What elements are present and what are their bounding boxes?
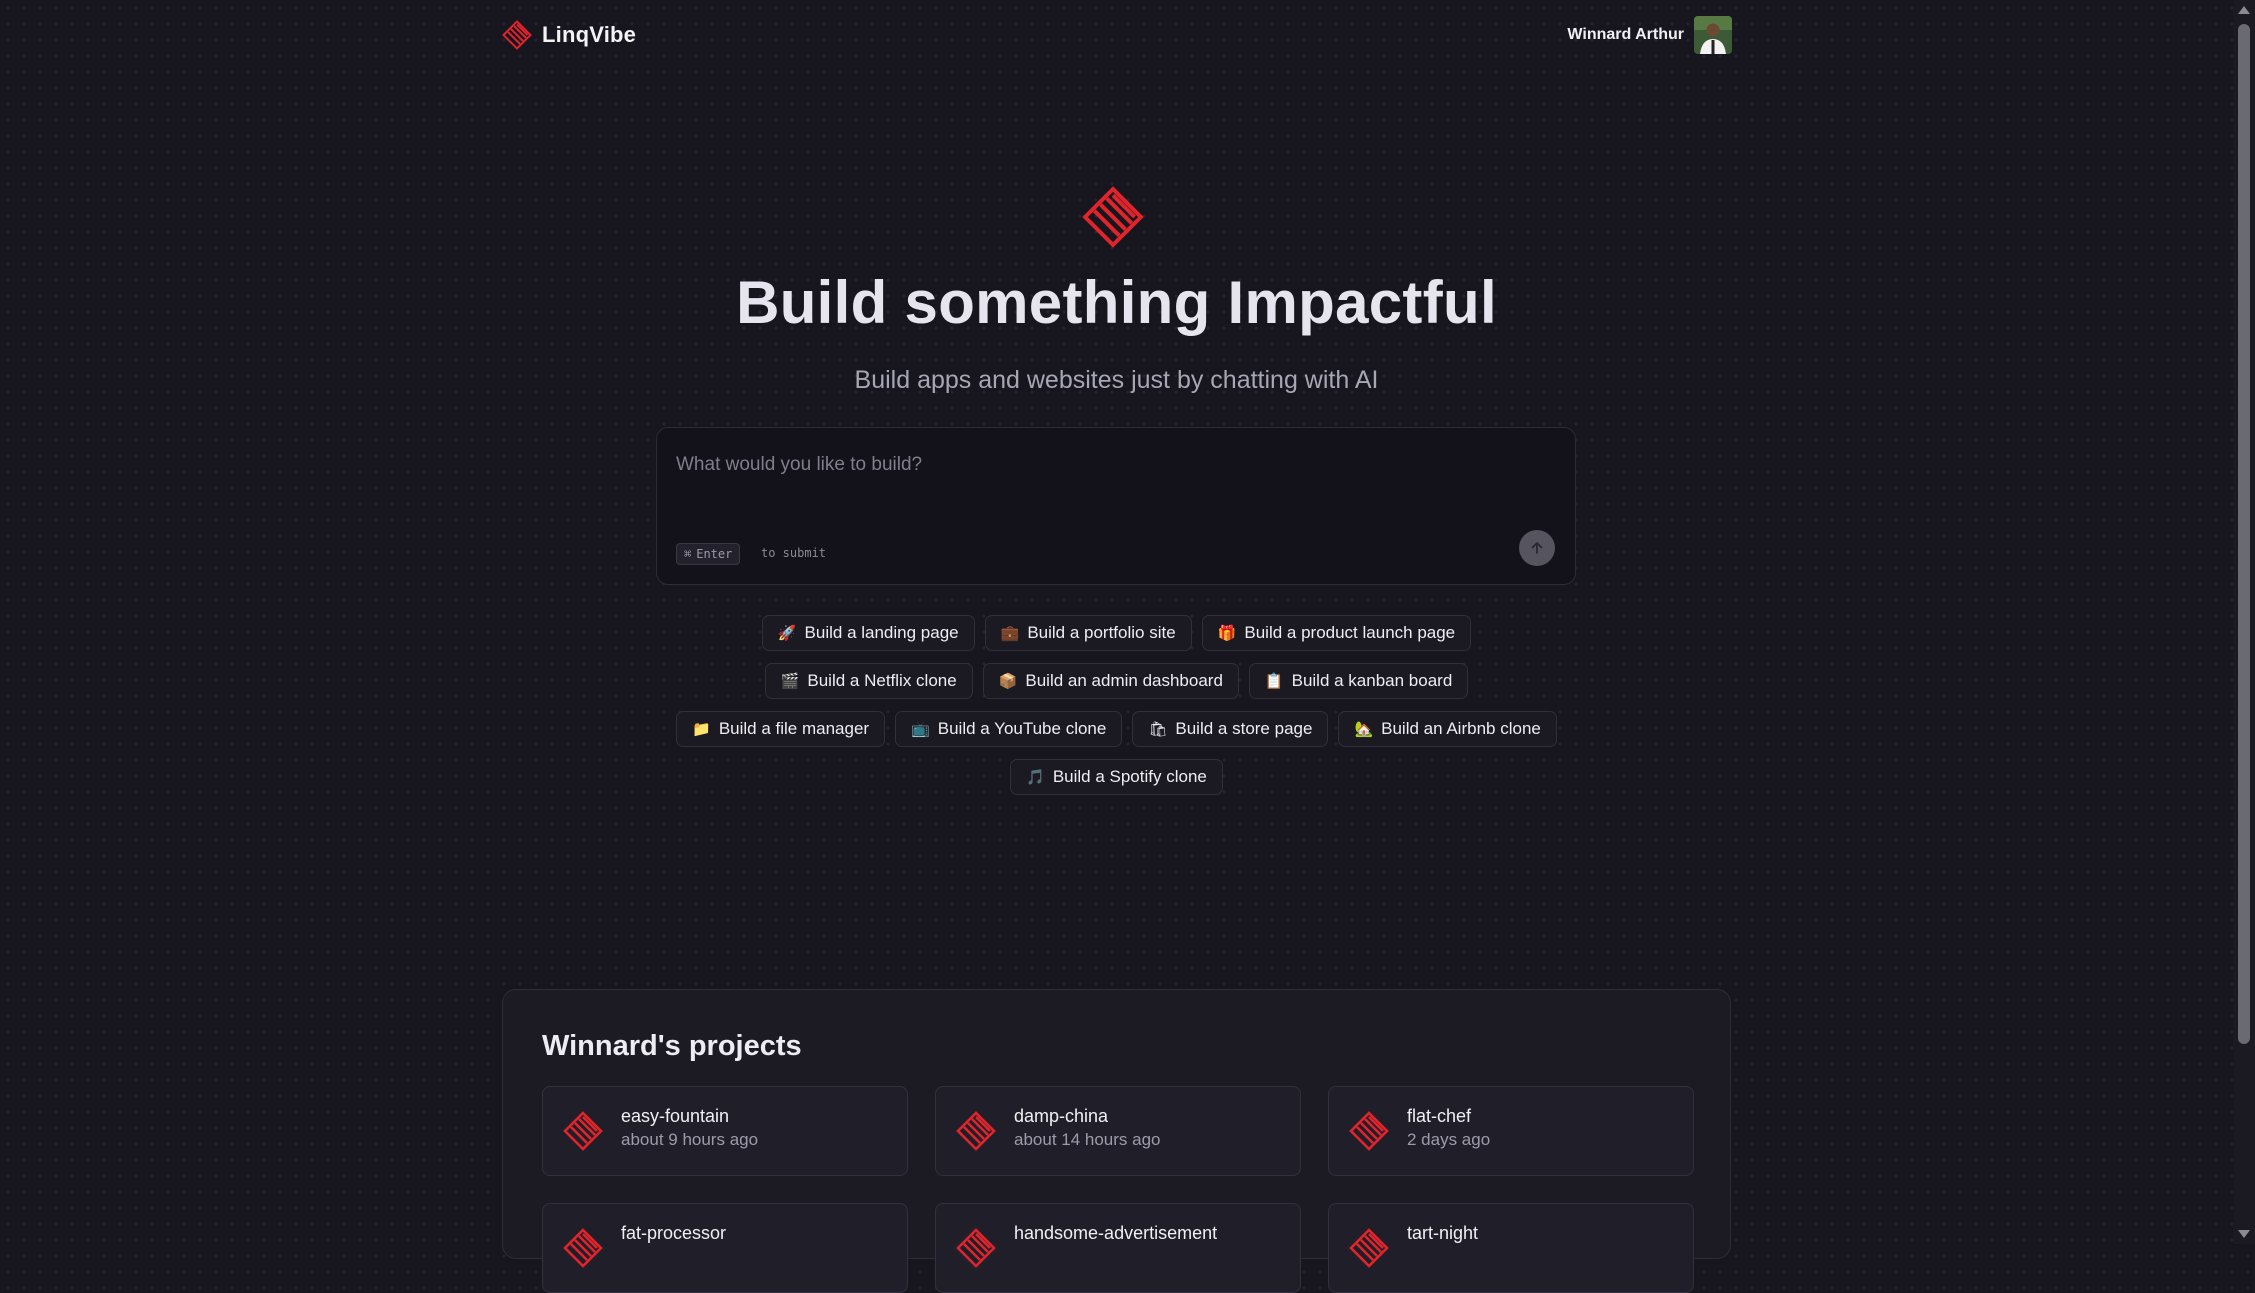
- suggestion-label: Build a landing page: [804, 623, 959, 642]
- shopping-bags-icon: 🛍: [1148, 720, 1168, 738]
- scroll-up-icon[interactable]: [2238, 6, 2250, 14]
- suggestion-label: Build a Spotify clone: [1052, 767, 1207, 786]
- house-icon: 🏡: [1354, 720, 1374, 738]
- project-name: flat-chef: [1407, 1106, 1472, 1126]
- suggestion-label: Build a kanban board: [1291, 671, 1453, 690]
- suggestion-landing-page[interactable]: 🚀 Build a landing page: [761, 615, 975, 651]
- project-card[interactable]: tart-night: [1328, 1203, 1694, 1293]
- project-logo-icon: [563, 1111, 603, 1151]
- user-name: Winnard Arthur: [1567, 26, 1684, 43]
- music-note-icon: 🎵: [1026, 768, 1045, 786]
- briefcase-icon: 💼: [1000, 624, 1020, 642]
- enter-key-label: Enter: [696, 547, 733, 561]
- suggestion-label: Build a portfolio site: [1027, 623, 1176, 642]
- project-time: 2 days ago: [1407, 1130, 1491, 1149]
- command-key-icon: ⌘: [684, 547, 692, 561]
- hero-logo-icon: [1082, 186, 1144, 248]
- prompt-box: ⌘ Enter to submit: [656, 427, 1576, 585]
- project-card[interactable]: flat-chef 2 days ago: [1328, 1086, 1694, 1176]
- prompt-input[interactable]: [676, 454, 1536, 514]
- suggestion-kanban-board[interactable]: 📋 Build a kanban board: [1248, 663, 1469, 699]
- suggestions-row-3: 📁 Build a file manager 📺 Build a YouTube c…: [0, 711, 2233, 747]
- top-bar: LinqVibe Winnard Arthur: [502, 16, 1732, 56]
- project-logo-icon: [956, 1111, 996, 1151]
- arrow-up-icon: [1531, 542, 1543, 554]
- suggestion-netflix-clone[interactable]: 🎬 Build a Netflix clone: [764, 663, 973, 699]
- suggestion-admin-dashboard[interactable]: 📦 Build an admin dashboard: [982, 663, 1239, 699]
- project-name: handsome-advertisement: [1014, 1223, 1218, 1243]
- enter-shortcut-badge: ⌘ Enter: [676, 543, 741, 565]
- suggestion-store-page[interactable]: 🛍 Build a store page: [1132, 711, 1329, 747]
- clapperboard-icon: 🎬: [780, 672, 800, 690]
- user-menu[interactable]: Winnard Arthur: [1567, 16, 1732, 54]
- shortcut-hint: to submit: [761, 546, 827, 560]
- suggestions-row-1: 🚀 Build a landing page 💼 Build a portfolio…: [0, 615, 2233, 651]
- project-name: easy-fountain: [621, 1106, 730, 1126]
- suggestion-label: Build a YouTube clone: [937, 719, 1107, 738]
- projects-panel: Winnard's projects easy-fountain about 9…: [502, 989, 1731, 1293]
- page-scrollbar[interactable]: [2233, 0, 2255, 1244]
- project-logo-icon: [1349, 1228, 1389, 1268]
- project-name: tart-night: [1407, 1223, 1479, 1243]
- suggestion-airbnb-clone[interactable]: 🏡 Build an Airbnb clone: [1338, 711, 1557, 747]
- project-card[interactable]: fat-processor: [542, 1203, 908, 1293]
- gift-icon: 🎁: [1217, 624, 1237, 642]
- project-card[interactable]: easy-fountain about 9 hours ago: [542, 1086, 908, 1176]
- suggestions-row-4: 🎵 Build a Spotify clone: [0, 759, 2233, 795]
- project-logo-icon: [563, 1228, 603, 1268]
- suggestion-youtube-clone[interactable]: 📺 Build a YouTube clone: [895, 711, 1123, 747]
- suggestion-label: Build a store page: [1175, 719, 1313, 738]
- page-title: Build something Impactful: [736, 269, 1497, 336]
- project-time: about 9 hours ago: [621, 1130, 759, 1149]
- project-name: fat-processor: [621, 1223, 727, 1243]
- brand-name: LinqVibe: [542, 22, 637, 47]
- suggestion-portfolio-site[interactable]: 💼 Build a portfolio site: [984, 615, 1192, 651]
- folder-icon: 📁: [692, 720, 711, 738]
- suggestion-label: Build a Netflix clone: [807, 671, 957, 690]
- linqvibe-logo-icon: [502, 20, 532, 50]
- suggestion-product-launch-page[interactable]: 🎁 Build a product launch page: [1201, 615, 1472, 651]
- projects-title: Winnard's projects: [542, 1030, 802, 1062]
- project-logo-icon: [956, 1228, 996, 1268]
- suggestion-label: Build an admin dashboard: [1025, 671, 1223, 690]
- suggestion-file-manager[interactable]: 📁 Build a file manager: [676, 711, 886, 747]
- tv-icon: 📺: [911, 720, 930, 738]
- project-time: about 14 hours ago: [1014, 1130, 1161, 1149]
- suggestion-label: Build a product launch page: [1244, 623, 1456, 642]
- brand[interactable]: LinqVibe: [502, 20, 636, 50]
- scroll-down-icon[interactable]: [2238, 1230, 2250, 1238]
- page-subtitle: Build apps and websites just by chatting…: [854, 366, 1379, 394]
- suggestions-row-2: 🎬 Build a Netflix clone 📦 Build an admin d…: [0, 663, 2233, 699]
- project-name: damp-china: [1014, 1106, 1109, 1126]
- clipboard-icon: 📋: [1264, 672, 1284, 690]
- project-card[interactable]: damp-china about 14 hours ago: [935, 1086, 1301, 1176]
- suggestion-label: Build a file manager: [718, 719, 870, 738]
- suggestion-label: Build an Airbnb clone: [1381, 719, 1541, 738]
- scrollbar-thumb[interactable]: [2238, 24, 2250, 1044]
- project-logo-icon: [1349, 1111, 1389, 1151]
- suggestion-spotify-clone[interactable]: 🎵 Build a Spotify clone: [1010, 759, 1223, 795]
- rocket-icon: 🚀: [777, 624, 797, 642]
- avatar[interactable]: [1694, 16, 1732, 54]
- project-card[interactable]: handsome-advertisement: [935, 1203, 1301, 1293]
- submit-button[interactable]: [1519, 530, 1555, 566]
- package-icon: 📦: [998, 672, 1018, 690]
